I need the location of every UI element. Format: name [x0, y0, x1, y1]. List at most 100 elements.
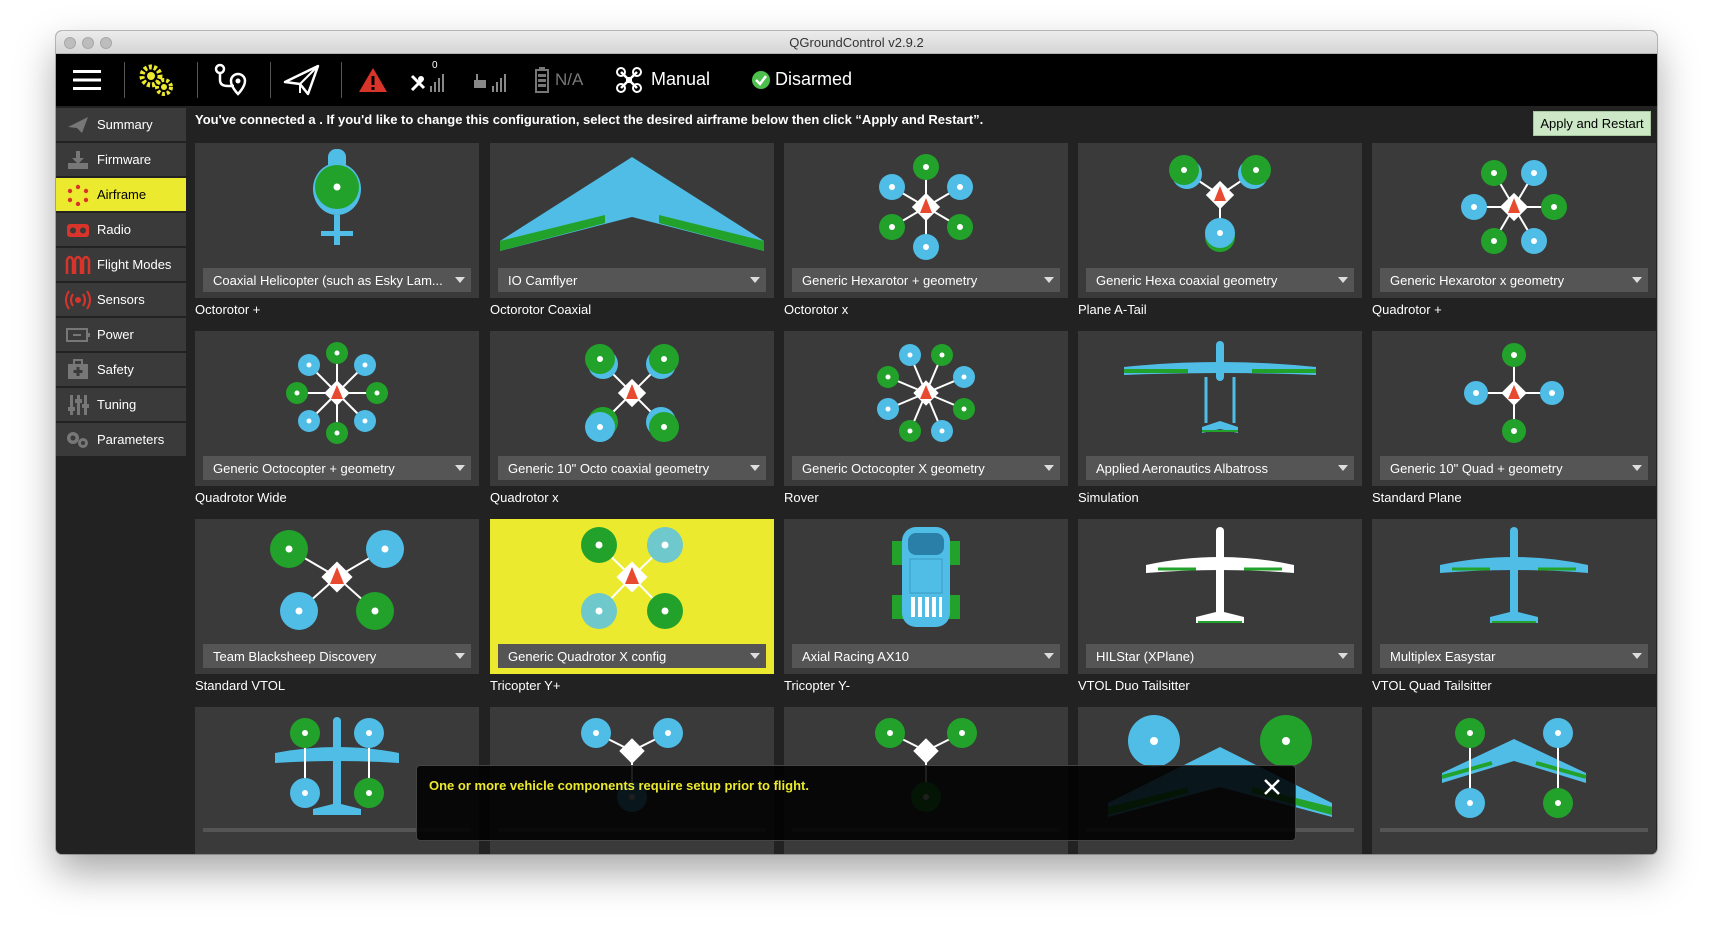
download-icon [68, 150, 88, 169]
messages-button[interactable] [356, 64, 390, 96]
paper-plane-icon [283, 64, 320, 96]
standard-plane-icon [1440, 527, 1588, 623]
group-label: VTOL Duo Tailsitter [1078, 678, 1190, 693]
airframe-tile-hexa-plus[interactable]: Generic Hexarotor + geometry [784, 143, 1068, 298]
check-circle-icon [752, 71, 770, 89]
airframe-tile-helicopter[interactable]: Coaxial Helicopter (such as Esky Lam... [195, 143, 479, 298]
chevron-down-icon [1338, 653, 1348, 659]
group-label: Standard Plane [1372, 490, 1462, 505]
group-label: Octorotor Coaxial [490, 302, 592, 317]
arm-status[interactable]: Disarmed [775, 69, 852, 90]
flight-mode-icon-wrap[interactable] [614, 64, 644, 96]
battery-status[interactable]: N/A [534, 62, 594, 98]
sidebar-item-power[interactable]: Power [56, 318, 186, 351]
airframe-tile-octo-x[interactable]: Generic Octocopter X geometry [784, 331, 1068, 486]
group-label: Quadrotor + [1372, 302, 1442, 317]
radio-icon [67, 223, 89, 237]
group-label: Standard VTOL [195, 678, 286, 693]
airframe-combo[interactable]: Generic Hexarotor x geometry [1380, 268, 1648, 292]
airframe-combo[interactable]: Team Blacksheep Discovery [203, 644, 471, 668]
group-label: Plane A-Tail [1078, 302, 1147, 317]
airframe-combo[interactable]: Generic 10" Quad + geometry [1380, 456, 1648, 480]
gears-icon [67, 431, 88, 448]
airframe-tile-standard-plane[interactable]: Multiplex Easystar [1372, 519, 1656, 674]
airframe-combo[interactable]: Generic 10" Octo coaxial geometry [498, 456, 766, 480]
sidebar-item-flight-modes[interactable]: Flight Modes [56, 248, 186, 281]
app-window: QGroundControl v2.9.2 0 N/A Manual Disar… [56, 31, 1657, 854]
chevron-down-icon [750, 465, 760, 471]
fly-view-button[interactable] [281, 62, 323, 98]
sidebar-item-summary[interactable]: Summary [56, 108, 186, 141]
sidebar-item-parameters[interactable]: Parameters [56, 423, 186, 456]
airframe-tile-octo-coaxial[interactable]: Generic 10" Octo coaxial geometry [490, 331, 774, 486]
airframe-combo[interactable]: Axial Racing AX10 [792, 644, 1060, 668]
quadrotor-plus-icon [1464, 343, 1564, 443]
airframe-tile-quad-wide[interactable]: Team Blacksheep Discovery [195, 519, 479, 674]
chevron-down-icon [1044, 653, 1054, 659]
apply-and-restart-button[interactable]: Apply and Restart [1533, 111, 1651, 136]
chevron-down-icon [750, 653, 760, 659]
window-title: QGroundControl v2.9.2 [789, 35, 924, 50]
airframe-combo[interactable]: Coaxial Helicopter (such as Esky Lam... [203, 268, 471, 292]
sidebar-item-safety[interactable]: Safety [56, 353, 186, 386]
airframe-tile-flying-wing[interactable]: IO Camflyer [490, 143, 774, 298]
sidebar-item-radio[interactable]: Radio [56, 213, 186, 246]
chevron-down-icon [455, 277, 465, 283]
rc-transmitter-icon [474, 74, 506, 92]
airframe-icon [67, 184, 89, 206]
menu-button[interactable] [70, 64, 104, 96]
airframe-combo[interactable]: Generic Hexa coaxial geometry [1086, 268, 1354, 292]
airframe-tile-hexa-coaxial[interactable]: Generic Hexa coaxial geometry [1078, 143, 1362, 298]
chevron-down-icon [455, 653, 465, 659]
flight-mode-selector[interactable]: Manual [651, 69, 710, 90]
airframe-combo[interactable] [1380, 828, 1648, 832]
airframe-tile-plane-a-tail[interactable]: Applied Aeronautics Albatross [1078, 331, 1362, 486]
airframe-tile-quad-x[interactable]: Generic Quadrotor X config [490, 519, 774, 674]
group-label: Simulation [1078, 490, 1139, 505]
sidebar-item-firmware[interactable]: Firmware [56, 143, 186, 176]
rc-rssi-status[interactable] [470, 62, 514, 98]
gps-status[interactable]: 0 [408, 60, 452, 98]
airframe-tile-vtol-quad-tailsitter[interactable] [1372, 707, 1656, 854]
chevron-down-icon [750, 277, 760, 283]
sidebar-item-sensors[interactable]: Sensors [56, 283, 186, 316]
satellite-count: 0 [432, 60, 438, 71]
chevron-down-icon [1044, 465, 1054, 471]
arm-status-icon-wrap [750, 69, 772, 91]
gears-icon [139, 64, 173, 96]
a-tail-plane-icon [1124, 341, 1316, 433]
sliders-icon [68, 394, 89, 415]
sidebar-item-airframe[interactable]: Airframe [56, 178, 186, 211]
battery-text: N/A [555, 70, 584, 89]
hamburger-icon [73, 70, 101, 90]
chevron-down-icon [455, 465, 465, 471]
quad-tailsitter-icon [1441, 718, 1587, 818]
popup-close-button[interactable] [1263, 778, 1281, 796]
group-label: Quadrotor Wide [195, 490, 287, 505]
airframe-tile-quad-plus[interactable]: Generic 10" Quad + geometry [1372, 331, 1656, 486]
airframe-combo[interactable]: IO Camflyer [498, 268, 766, 292]
plane-icon [68, 116, 88, 133]
medkit-icon [68, 358, 88, 379]
chevron-down-icon [1632, 465, 1642, 471]
sidebar-item-tuning[interactable]: Tuning [56, 388, 186, 421]
octorotor-x-icon [877, 344, 975, 442]
airframe-tile-rover[interactable]: Axial Racing AX10 [784, 519, 1068, 674]
route-map-pin-icon [214, 63, 247, 96]
airframe-combo[interactable]: Generic Quadrotor X config [498, 644, 766, 668]
airframe-combo[interactable]: Applied Aeronautics Albatross [1086, 456, 1354, 480]
airframe-tile-simulation[interactable]: HILStar (XPlane) [1078, 519, 1362, 674]
airframe-combo[interactable]: Multiplex Easystar [1380, 644, 1648, 668]
satellite-icon [410, 74, 444, 92]
vehicle-setup-button[interactable] [136, 62, 176, 98]
plan-view-button[interactable] [211, 62, 251, 98]
airframe-tile-octo-plus[interactable]: Generic Octocopter + geometry [195, 331, 479, 486]
airframe-instructions: You've connected a . If you'd like to ch… [195, 112, 984, 127]
chevron-down-icon [1632, 277, 1642, 283]
airframe-tile-hexa-x[interactable]: Generic Hexarotor x geometry [1372, 143, 1656, 298]
airframe-combo[interactable]: Generic Octocopter X geometry [792, 456, 1060, 480]
airframe-combo[interactable]: Generic Hexarotor + geometry [792, 268, 1060, 292]
rover-icon [892, 527, 960, 627]
airframe-combo[interactable]: HILStar (XPlane) [1086, 644, 1354, 668]
airframe-combo[interactable]: Generic Octocopter + geometry [203, 456, 471, 480]
